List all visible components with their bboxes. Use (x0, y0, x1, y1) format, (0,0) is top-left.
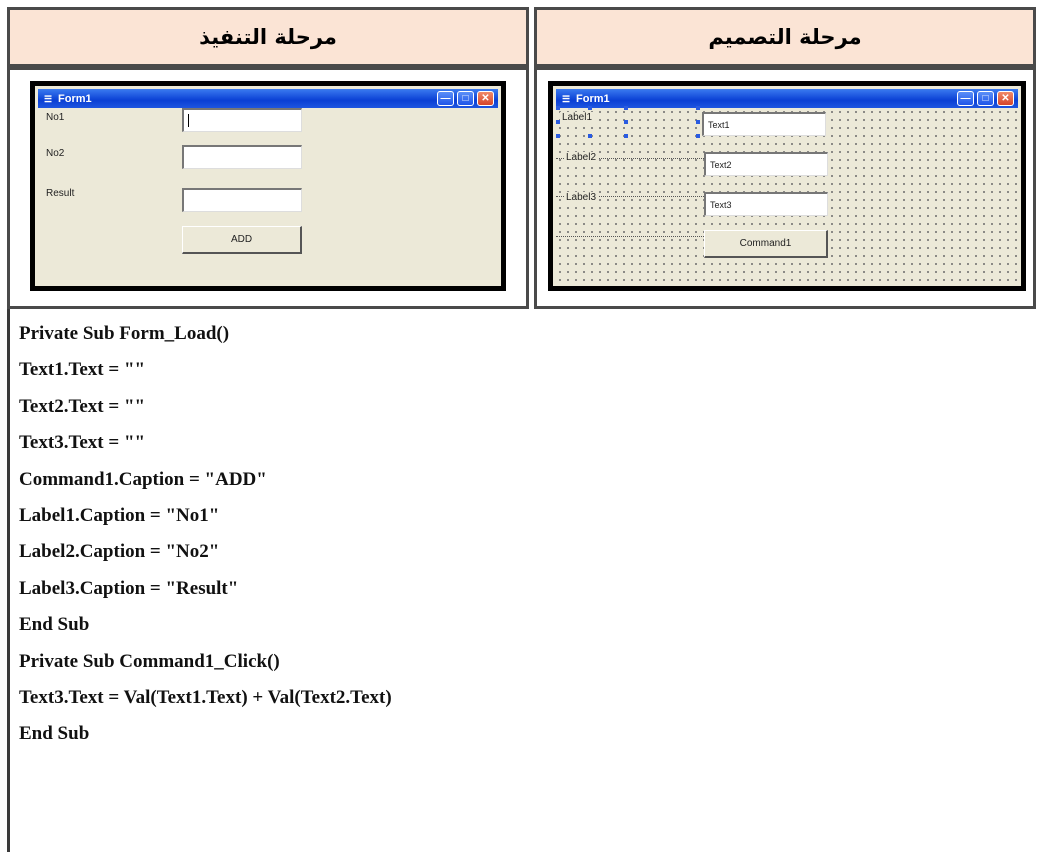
minimize-icon: — (960, 93, 971, 104)
run-form-client: No1 No2 Result ADD (38, 108, 498, 283)
design-command1-button[interactable]: Command1 (704, 230, 828, 258)
label-no2: No2 (46, 148, 65, 159)
minimize-icon: — (440, 93, 451, 104)
maximize-button[interactable]: □ (977, 91, 994, 106)
header-execution-text: مرحلة التنفيذ (199, 25, 337, 49)
design-text2[interactable]: Text2 (704, 152, 828, 176)
selection-handle[interactable] (588, 106, 592, 110)
selection-handle[interactable] (556, 120, 560, 124)
code-line: Label2.Caption = "No2" (19, 541, 220, 563)
text-result-input[interactable] (182, 188, 302, 212)
header-design-text: مرحلة التصميم (708, 25, 862, 49)
minimize-button[interactable]: — (437, 91, 454, 106)
run-form-cell: ☰ Form1 — □ ✕ No1 No2 Result ADD (7, 67, 529, 309)
design-form-cell: ☰ Form1 — □ ✕ Label1 Label2 Label3 Text1… (534, 67, 1036, 309)
add-button[interactable]: ADD (182, 226, 302, 254)
close-icon: ✕ (481, 93, 490, 104)
maximize-icon: □ (982, 93, 989, 104)
selection-handle[interactable] (624, 106, 628, 110)
design-label2[interactable]: Label2 (564, 152, 599, 163)
code-line: Label3.Caption = "Result" (19, 577, 239, 599)
header-execution-stage: مرحلة التنفيذ (7, 7, 529, 67)
code-line: Text2.Text = "" (19, 395, 146, 417)
design-label1[interactable]: Label1 (560, 112, 595, 123)
maximize-icon: □ (462, 93, 469, 104)
design-form-window: ☰ Form1 — □ ✕ Label1 Label2 Label3 Text1… (548, 81, 1026, 291)
code-line: Command1.Caption = "ADD" (19, 468, 267, 490)
selection-handle[interactable] (696, 134, 700, 138)
code-line: Private Sub Form_Load() (19, 323, 230, 344)
design-form-client: Label1 Label2 Label3 Text1 Text2 Text3 C… (556, 106, 1018, 283)
maximize-button[interactable]: □ (457, 91, 474, 106)
design-text1[interactable]: Text1 (702, 112, 826, 136)
design-label3[interactable]: Label3 (564, 192, 599, 203)
form-app-icon: ☰ (562, 93, 571, 104)
run-form-title: Form1 (58, 92, 92, 105)
form-app-icon: ☰ (44, 93, 53, 104)
run-form-titlebar: ☰ Form1 — □ ✕ (38, 89, 498, 108)
selection-handle[interactable] (696, 106, 700, 110)
selection-handle[interactable] (624, 120, 628, 124)
selection-handle[interactable] (556, 134, 560, 138)
close-icon: ✕ (1001, 93, 1010, 104)
code-line: Private Sub Command1_Click() (19, 650, 280, 672)
text-caret (188, 114, 189, 127)
close-button[interactable]: ✕ (477, 91, 494, 106)
code-line: End Sub (19, 723, 90, 745)
close-button[interactable]: ✕ (997, 91, 1014, 106)
text-no1-input[interactable] (182, 108, 302, 132)
code-line: Text1.Text = "" (19, 359, 146, 381)
selection-handle[interactable] (696, 120, 700, 124)
minimize-button[interactable]: — (957, 91, 974, 106)
design-text3[interactable]: Text3 (704, 192, 828, 216)
selection-handle[interactable] (624, 134, 628, 138)
table-left-border (7, 309, 10, 852)
design-form-title: Form1 (576, 92, 610, 105)
code-listing: Private Sub Form_Load() Text1.Text = "" … (19, 316, 392, 753)
selection-handle[interactable] (556, 106, 560, 110)
code-line: Text3.Text = "" (19, 432, 146, 454)
text-no2-input[interactable] (182, 145, 302, 169)
code-line: Text3.Text = Val(Text1.Text) + Val(Text2… (19, 686, 392, 708)
code-line: End Sub (19, 614, 90, 636)
code-line: Label1.Caption = "No1" (19, 504, 220, 526)
header-design-stage: مرحلة التصميم (534, 7, 1036, 67)
label-no1: No1 (46, 112, 65, 123)
selection-handle[interactable] (588, 134, 592, 138)
label-result: Result (46, 188, 75, 199)
run-form-window: ☰ Form1 — □ ✕ No1 No2 Result ADD (30, 81, 506, 291)
